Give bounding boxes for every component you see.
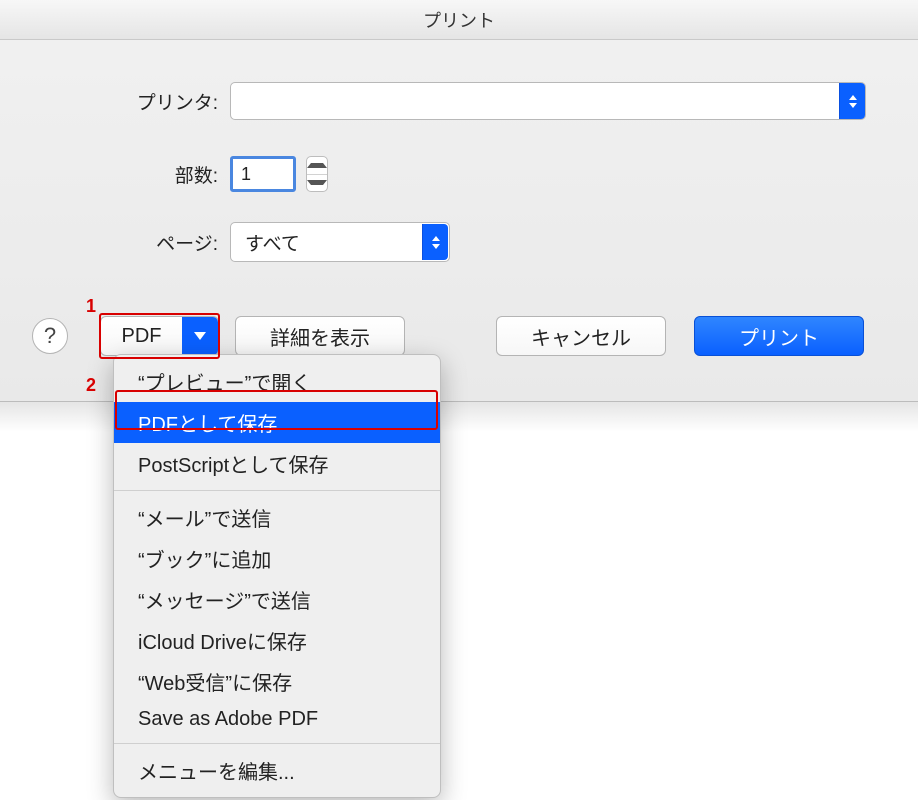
chevron-up-icon	[432, 236, 440, 241]
chevron-up-icon	[849, 95, 857, 100]
copies-input[interactable]	[230, 156, 296, 192]
menu-item[interactable]: “メール”で送信	[114, 497, 440, 538]
pdf-menu-button[interactable]: PDF	[100, 316, 219, 356]
menu-item[interactable]: “ブック”に追加	[114, 538, 440, 579]
pdf-button-label: PDF	[101, 325, 182, 348]
details-button[interactable]: 詳細を表示	[235, 316, 405, 356]
printer-label: プリンタ:	[0, 88, 230, 115]
pages-label: ページ:	[0, 229, 230, 256]
pdf-dropdown-arrow-box[interactable]	[182, 317, 218, 355]
annotation-1: 1	[86, 296, 96, 317]
stepper-up[interactable]	[307, 157, 327, 174]
help-icon: ?	[44, 323, 56, 349]
menu-item[interactable]: iCloud Driveに保存	[114, 620, 440, 661]
menu-item[interactable]: PostScriptとして保存	[114, 443, 440, 484]
annotation-2: 2	[86, 375, 96, 396]
print-button[interactable]: プリント	[694, 316, 864, 356]
printer-dropdown-arrows[interactable]	[839, 83, 865, 119]
print-dialog: プリント プリンタ: 部数: ページ: すべて ?	[0, 0, 918, 402]
title-bar: プリント	[0, 0, 918, 40]
menu-separator	[114, 743, 440, 744]
stepper-down[interactable]	[307, 174, 327, 192]
print-button-label: プリント	[739, 322, 819, 351]
menu-item[interactable]: PDFとして保存	[114, 402, 440, 443]
pages-dropdown-arrows[interactable]	[422, 224, 448, 260]
copies-label: 部数:	[0, 161, 230, 188]
chevron-down-icon	[849, 103, 857, 108]
pages-value: すべて	[245, 229, 300, 256]
chevron-down-icon	[194, 332, 206, 340]
pdf-dropdown-menu: “プレビュー”で開くPDFとして保存PostScriptとして保存 “メール”で送…	[113, 354, 441, 798]
printer-select[interactable]	[230, 82, 866, 120]
menu-item[interactable]: “Web受信”に保存	[114, 661, 440, 702]
details-button-label: 詳細を表示	[270, 322, 370, 351]
help-button[interactable]: ?	[32, 318, 68, 354]
pages-select[interactable]: すべて	[230, 222, 450, 262]
menu-item[interactable]: メニューを編集...	[114, 750, 440, 791]
cancel-button-label: キャンセル	[531, 322, 631, 351]
menu-separator	[114, 490, 440, 491]
cancel-button[interactable]: キャンセル	[496, 316, 666, 356]
copies-stepper[interactable]	[306, 156, 328, 192]
menu-item[interactable]: “プレビュー”で開く	[114, 361, 440, 402]
menu-item[interactable]: “メッセージ”で送信	[114, 579, 440, 620]
chevron-down-icon	[432, 244, 440, 249]
chevron-up-icon	[307, 163, 327, 168]
chevron-down-icon	[307, 180, 327, 185]
dialog-title: プリント	[423, 7, 495, 33]
menu-item[interactable]: Save as Adobe PDF	[114, 702, 440, 737]
